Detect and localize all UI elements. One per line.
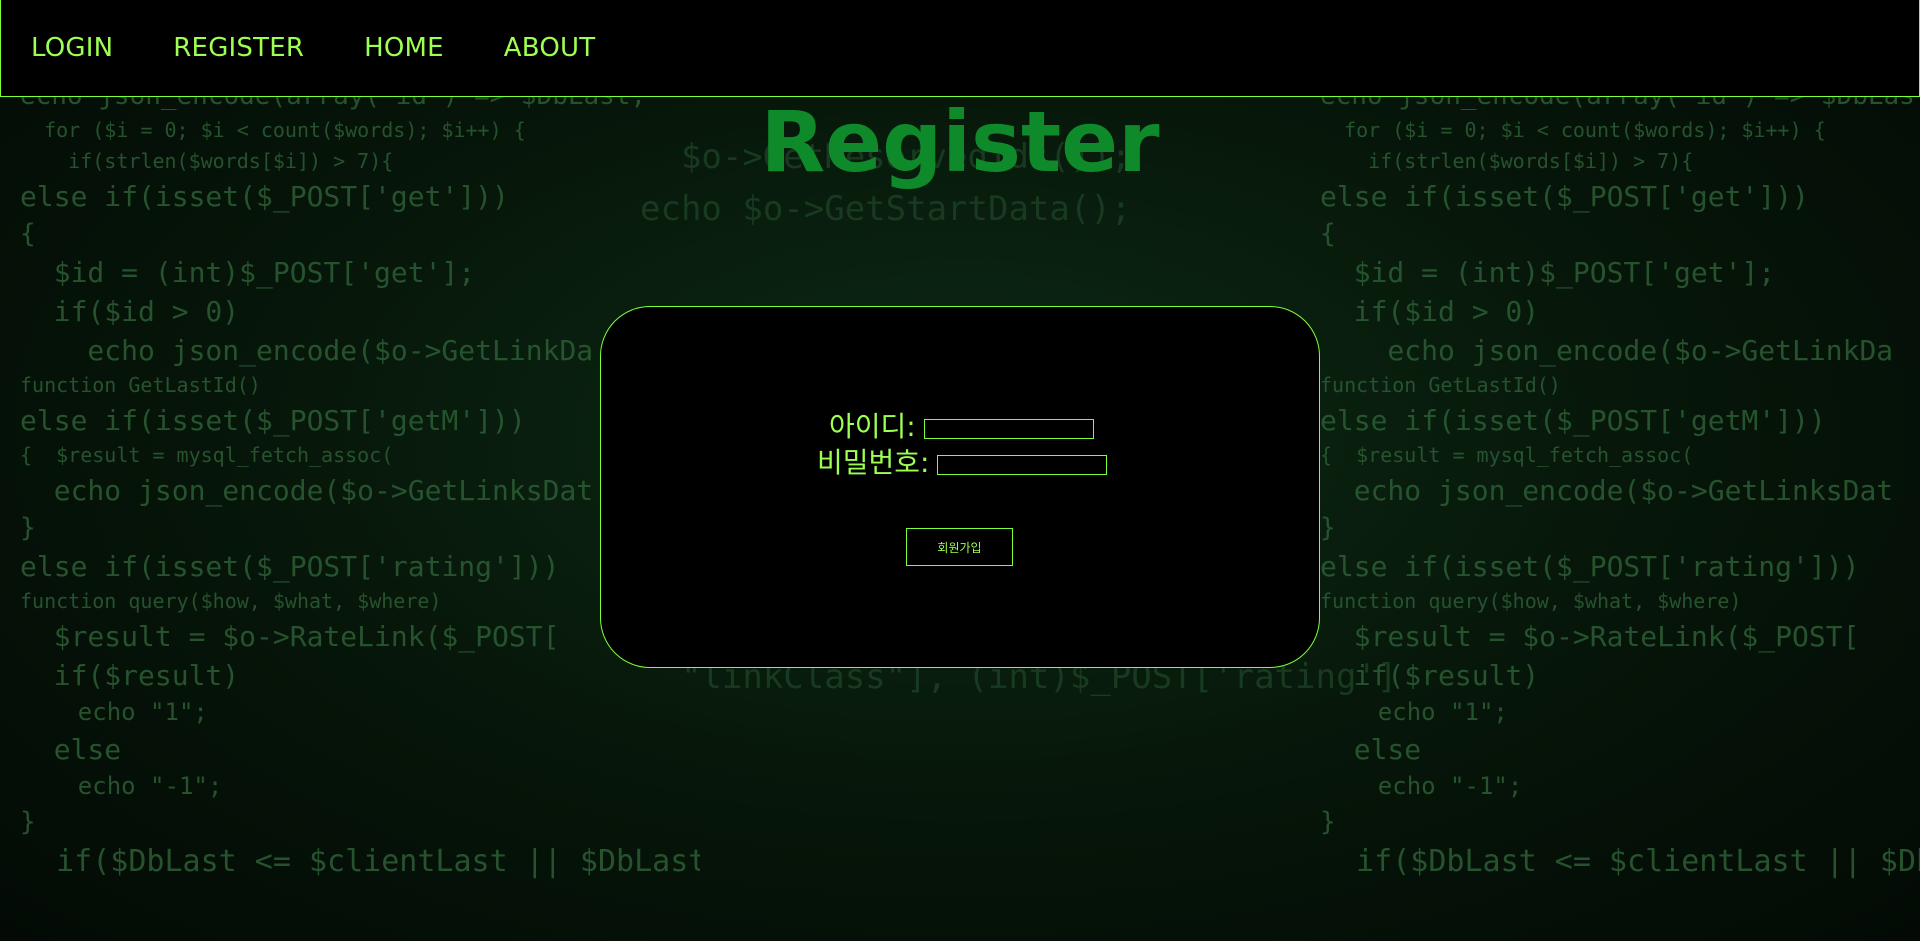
password-label: 비밀번호: (817, 446, 930, 479)
nav-register-link[interactable]: REGISTER (173, 35, 304, 61)
nav-about-link[interactable]: ABOUT (504, 35, 596, 61)
signup-button[interactable]: 회원가입 (906, 528, 1013, 566)
code-texture-line: { $result = mysql_fetch_assoc( (20, 443, 394, 467)
code-texture-line: function query($how, $what, $where) (20, 589, 442, 613)
code-texture-line: echo $o->GetStartData(); (640, 189, 1132, 229)
code-texture-line: if($id > 0) (1320, 295, 1540, 328)
code-background-right: echo json_encode(array("id") => $DbLast,… (1300, 97, 1920, 941)
code-texture-line: else if(isset($_POST['rating'])) (1320, 550, 1860, 583)
code-texture-line: else if(isset($_POST['get'])) (1320, 180, 1809, 213)
register-form-card: 아이디: 비밀번호: 회원가입 (600, 306, 1320, 668)
code-texture-line: echo json_encode($o->GetLinksDat (20, 474, 594, 507)
code-texture-line: echo "1"; (20, 698, 208, 726)
page-title: Register (760, 93, 1160, 191)
code-texture-line: echo json_encode($o->GetLinkDa (1320, 334, 1894, 367)
code-texture-line: } (20, 513, 36, 543)
code-texture-line: } (1320, 513, 1336, 543)
password-row: 비밀번호: (817, 441, 1108, 481)
code-texture-line: function GetLastId() (20, 373, 261, 397)
top-navigation-bar: LOGIN REGISTER HOME ABOUT (0, 0, 1920, 97)
code-texture-line: echo json_encode($o->GetLinksDat (1320, 474, 1894, 507)
code-texture-line: function GetLastId() (1320, 373, 1561, 397)
code-texture-line: echo "1"; (1320, 698, 1508, 726)
code-texture-line: } (1320, 807, 1336, 837)
code-texture-line: else if(isset($_POST['getM'])) (1320, 404, 1826, 437)
code-texture-line: if($id > 0) (20, 295, 240, 328)
id-input[interactable] (923, 419, 1094, 439)
nav-home-link[interactable]: HOME (364, 35, 444, 61)
code-texture-line: { (20, 219, 36, 249)
code-texture-line: else if(isset($_POST['getM'])) (20, 404, 526, 437)
code-texture-line: echo json_encode($o->GetLinkDa (20, 334, 594, 367)
nav-login-link[interactable]: LOGIN (31, 35, 113, 61)
code-texture-line: $result = $o->RateLink($_POST[ (1320, 620, 1860, 653)
code-texture-line: function query($how, $what, $where) (1320, 589, 1742, 613)
code-texture-line: if($DbLast <= $clientLast || $DbLast (1356, 844, 1920, 879)
code-background-left: echo json_encode(array("id") => $DbLast,… (0, 97, 700, 941)
code-texture-line: $id = (int)$_POST['get']; (20, 256, 476, 289)
code-texture-line: echo "-1"; (1320, 772, 1523, 800)
password-input[interactable] (937, 455, 1108, 475)
code-texture-line: { $result = mysql_fetch_assoc( (1320, 443, 1694, 467)
id-label: 아이디: (829, 410, 916, 443)
code-texture-line: else if(isset($_POST['rating'])) (20, 550, 560, 583)
code-texture-line: else (20, 733, 122, 766)
code-texture-line: echo "-1"; (20, 772, 223, 800)
code-texture-line: if($DbLast <= $clientLast || $DbLast (20, 844, 700, 879)
code-texture-line: $result = $o->RateLink($_POST[ (20, 620, 560, 653)
code-texture-line: $id = (int)$_POST['get']; (1320, 256, 1776, 289)
id-row: 아이디: (829, 405, 1094, 445)
code-texture-line: else (1320, 733, 1422, 766)
code-texture-line: } (20, 807, 36, 837)
code-texture-line: else if(isset($_POST['get'])) (20, 180, 509, 213)
code-texture-line: if($result) (20, 659, 240, 692)
